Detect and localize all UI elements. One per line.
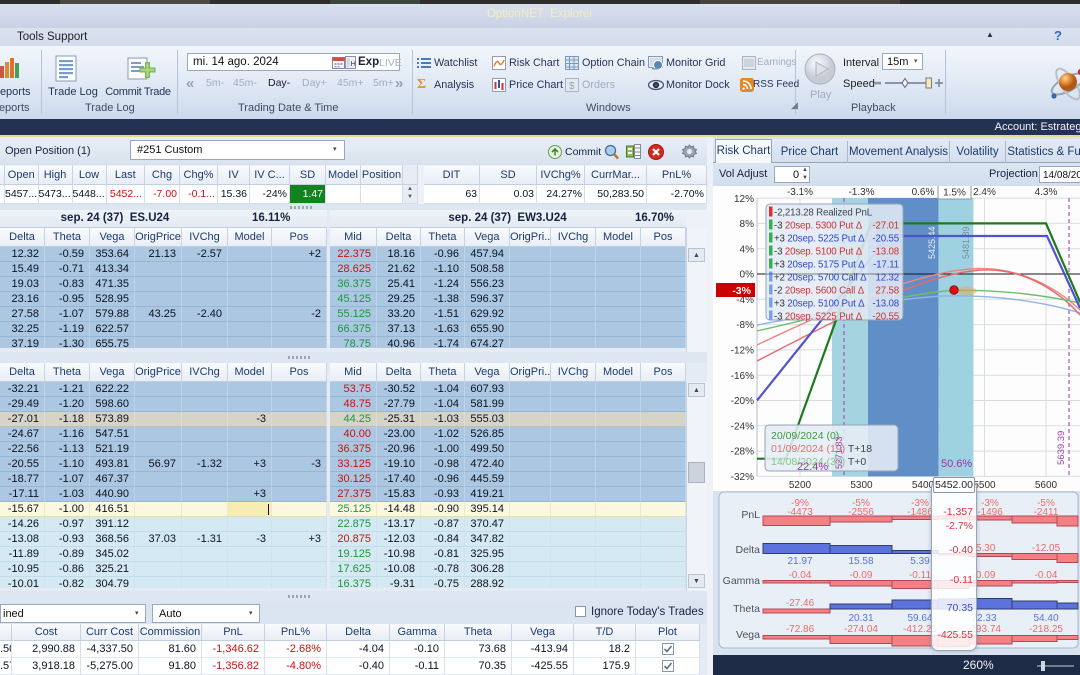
svg-text:-32%: -32% — [731, 472, 754, 483]
svg-text:0.6%: 0.6% — [912, 187, 935, 198]
svg-text:-16%: -16% — [731, 371, 754, 382]
svg-text:5639.39: 5639.39 — [1056, 431, 1067, 465]
svg-text:-72.86: -72.86 — [786, 624, 815, 635]
svg-text:5271.83: 5271.83 — [834, 436, 844, 469]
svg-text:+3 20sep. 5100 Put Δ: +3 20sep. 5100 Put Δ — [774, 299, 865, 310]
svg-text:-27.01: -27.01 — [872, 221, 899, 232]
svg-text:21.97: 21.97 — [787, 556, 812, 567]
svg-text:-4%: -4% — [736, 295, 754, 306]
svg-text:H: H — [351, 59, 356, 68]
svg-text:Theta: Theta — [733, 603, 760, 615]
svg-text:-3 20sep. 5225 Put Δ: -3 20sep. 5225 Put Δ — [774, 312, 863, 323]
svg-text:12%: 12% — [734, 194, 754, 205]
svg-text:-218.25: -218.25 — [1029, 624, 1063, 635]
svg-text:-3 20sep. 5100 Put Δ: -3 20sep. 5100 Put Δ — [774, 247, 863, 258]
svg-text:8%: 8% — [740, 219, 755, 230]
svg-text:-13.08: -13.08 — [872, 247, 899, 258]
svg-text:-24%: -24% — [731, 421, 754, 432]
svg-text:0%: 0% — [740, 270, 755, 281]
svg-text:-27.46: -27.46 — [786, 598, 815, 609]
svg-text:-20%: -20% — [731, 396, 754, 407]
svg-text:-0.04: -0.04 — [1035, 570, 1058, 581]
svg-text:-20.55: -20.55 — [872, 312, 899, 323]
svg-text:Vega: Vega — [736, 629, 760, 641]
svg-text:-12%: -12% — [731, 346, 754, 357]
svg-text:-274.04: -274.04 — [844, 624, 878, 635]
svg-text:2.4%: 2.4% — [973, 187, 996, 198]
svg-text:-3 20sep. 5300 Put Δ: -3 20sep. 5300 Put Δ — [774, 221, 863, 232]
svg-text:-8%: -8% — [736, 320, 754, 331]
svg-text:-2556: -2556 — [848, 507, 874, 518]
svg-text:01/09/2024 (19) T+18: 01/09/2024 (19) T+18 — [771, 443, 872, 455]
svg-text:Delta: Delta — [735, 544, 760, 556]
svg-text:-3.1%: -3.1% — [787, 187, 813, 198]
svg-text:-1.3%: -1.3% — [848, 187, 874, 198]
svg-text:20.31: 20.31 — [848, 613, 873, 624]
svg-text:54.40: 54.40 — [1033, 613, 1058, 624]
svg-text:4.3%: 4.3% — [1035, 187, 1058, 198]
svg-text:5300: 5300 — [850, 480, 873, 491]
svg-text:$: $ — [569, 81, 575, 92]
svg-text:-2,213.28 Realized PnL: -2,213.28 Realized PnL — [774, 208, 873, 219]
svg-text:20/09/2024 (0): 20/09/2024 (0) — [771, 430, 839, 442]
svg-text:-0.11: -0.11 — [909, 570, 931, 581]
svg-text:-12.05: -12.05 — [1032, 543, 1061, 554]
svg-text:-13.08: -13.08 — [872, 299, 899, 310]
svg-text:-17.11: -17.11 — [873, 260, 899, 271]
svg-text:50.6%: 50.6% — [941, 458, 972, 470]
svg-text:5600: 5600 — [1035, 480, 1058, 491]
svg-text:4%: 4% — [740, 244, 755, 255]
svg-text:-0.09: -0.09 — [850, 570, 873, 581]
svg-text:59.64: 59.64 — [907, 613, 932, 624]
svg-text:-2411: -2411 — [1034, 507, 1059, 518]
svg-text:Gamma: Gamma — [723, 575, 761, 587]
svg-text:+3 20sep. 5225 Put Δ: +3 20sep. 5225 Put Δ — [774, 234, 865, 245]
svg-text:-1496: -1496 — [977, 507, 1003, 518]
svg-text:-20.55: -20.55 — [872, 234, 899, 245]
svg-text:-4473: -4473 — [787, 507, 813, 518]
svg-text:5200: 5200 — [789, 480, 812, 491]
svg-text:-0.04: -0.04 — [789, 570, 812, 581]
svg-text:-28%: -28% — [731, 447, 754, 458]
svg-text:PnL: PnL — [741, 509, 760, 521]
svg-text:1.5%: 1.5% — [943, 188, 966, 199]
svg-text:5425.44: 5425.44 — [927, 226, 937, 259]
svg-text:27.58: 27.58 — [876, 286, 900, 297]
svg-text:-2 20sep. 5600 Call Δ: -2 20sep. 5600 Call Δ — [774, 286, 865, 297]
svg-text:15.58: 15.58 — [848, 556, 873, 567]
svg-text:22.4%: 22.4% — [797, 461, 828, 473]
svg-text:5.39: 5.39 — [910, 556, 930, 567]
svg-text:5481.89: 5481.89 — [961, 226, 971, 259]
svg-text:-1486: -1486 — [907, 507, 933, 518]
svg-text:+3 20sep. 5175 Put Δ: +3 20sep. 5175 Put Δ — [774, 260, 865, 271]
